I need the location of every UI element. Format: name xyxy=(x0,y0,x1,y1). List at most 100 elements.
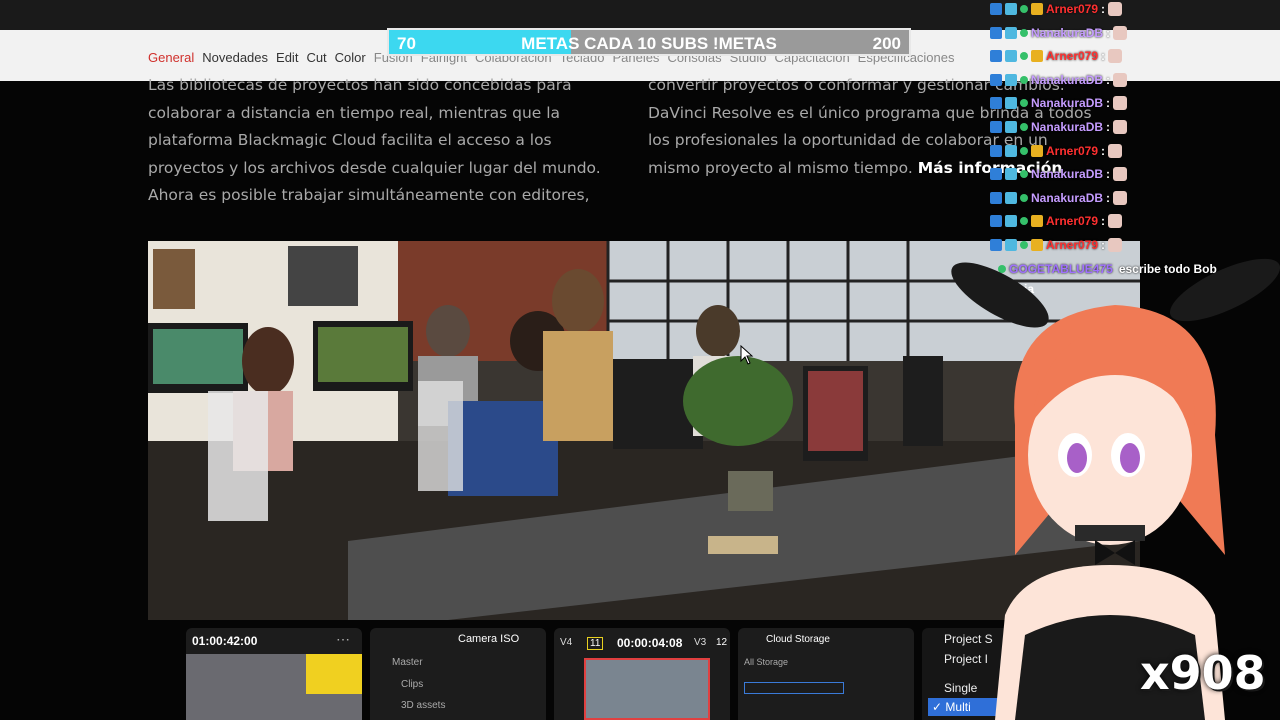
chat-badge-icon xyxy=(1005,121,1017,133)
subscriber-goal-bar: 70 METAS CADA 10 SUBS !METAS 200 xyxy=(387,28,911,56)
bin-3d-assets[interactable]: 3D assets xyxy=(401,700,445,711)
chat-username[interactable]: NanakuraDB xyxy=(1031,96,1103,110)
bin-clips[interactable]: Clips xyxy=(401,679,423,690)
article-line: proyectos y los archivos desde cualquier… xyxy=(148,158,601,177)
checkmark-icon: ✓ xyxy=(932,700,943,714)
overflow-menu-icon[interactable]: ⋯ xyxy=(336,631,350,648)
chat-message: Arner079 : xyxy=(990,48,1123,64)
chat-username[interactable]: Arner079 xyxy=(1046,49,1098,63)
emote-icon xyxy=(1113,167,1128,182)
track-v3-label: V3 xyxy=(694,637,707,648)
resolve-ui-panel-b: Camera ISO Master Clips 3D assets xyxy=(370,628,546,720)
chat-badge-icon xyxy=(1005,239,1017,251)
article-left-column: Las bibliotecas de proyectos han sido co… xyxy=(148,72,628,210)
nav-item-general[interactable]: General xyxy=(148,50,194,65)
bin-master[interactable]: Master xyxy=(392,657,423,668)
chat-username[interactable]: Arner079 xyxy=(1046,2,1098,16)
chat-separator: : xyxy=(1106,96,1111,111)
emote-icon xyxy=(1108,214,1123,229)
chat-message: Arner079 : xyxy=(990,1,1123,17)
chat-badge-icon xyxy=(1005,3,1017,15)
timecode-display: 01:00:42:00 xyxy=(192,634,258,648)
crown-badge-icon xyxy=(1031,50,1043,63)
emote-icon xyxy=(1108,49,1123,64)
mouse-cursor-icon xyxy=(740,345,754,365)
chat-separator: : xyxy=(1106,72,1111,87)
chat-badge-icon xyxy=(990,3,1002,15)
chat-username[interactable]: NanakuraDB xyxy=(1031,167,1103,181)
chat-message: NanakuraDB : xyxy=(990,25,1128,41)
chat-message: NanakuraDB : xyxy=(990,95,1128,111)
sync-badge-icon xyxy=(306,654,362,694)
emote-icon xyxy=(1113,190,1128,205)
emote-icon xyxy=(1113,25,1128,40)
clip-thumbnail[interactable] xyxy=(584,658,710,720)
chat-badge-icon xyxy=(990,26,1002,39)
resolve-ui-panel-c: V4 11 00:00:04:08 V3 12 xyxy=(554,628,730,720)
cloud-storage-filter[interactable]: All Storage xyxy=(744,657,788,667)
nav-item-edit[interactable]: Edit xyxy=(276,50,298,65)
nav-item-cut[interactable]: Cut xyxy=(306,50,326,65)
chat-badge-icon xyxy=(1005,191,1017,204)
chat-username[interactable]: Arner079 xyxy=(1046,238,1098,252)
resolve-ui-panel-a: 01:00:42:00 ⋯ xyxy=(186,628,362,720)
chat-message: Arner079 : xyxy=(990,143,1123,159)
status-dot-icon xyxy=(1020,146,1028,155)
track-11-label: 11 xyxy=(587,637,604,650)
emote-icon xyxy=(1113,120,1128,134)
chat-message: NanakuraDB : xyxy=(990,119,1128,135)
chat-separator: : xyxy=(1106,25,1111,40)
status-dot-icon xyxy=(1020,52,1028,61)
overlay-counter: x908 xyxy=(1140,646,1266,700)
crown-badge-icon xyxy=(1031,239,1043,251)
article-line: Las bibliotecas de proyectos han sido co… xyxy=(148,76,572,94)
chat-username[interactable]: NanakuraDB xyxy=(1031,26,1103,40)
goal-title: METAS CADA 10 SUBS !METAS xyxy=(521,34,777,53)
crown-badge-icon xyxy=(1031,3,1043,15)
article-line: colaborar a distancia en tiempo real, mi… xyxy=(148,103,561,122)
chat-badge-icon xyxy=(990,73,1002,86)
status-dot-icon xyxy=(1020,193,1028,202)
chat-badge-icon xyxy=(1005,168,1017,181)
timecode-display-2: 00:00:04:08 xyxy=(617,636,683,650)
article-line: Ahora es posible trabajar simultáneament… xyxy=(148,186,590,204)
chat-separator: : xyxy=(1106,190,1111,205)
chat-message: NanakuraDB : xyxy=(990,190,1128,206)
chat-badge-icon xyxy=(990,144,1002,157)
emote-icon xyxy=(1108,238,1123,252)
chat-message: Arner079 : xyxy=(990,237,1123,253)
crown-badge-icon xyxy=(1031,215,1043,228)
chat-badge-icon xyxy=(990,97,1002,110)
track-v4-label: V4 xyxy=(560,637,573,648)
goal-max-value: 200 xyxy=(872,34,901,53)
camera-iso-label: Camera ISO xyxy=(458,633,520,645)
emote-icon xyxy=(1113,72,1128,87)
chat-username[interactable]: Arner079 xyxy=(1046,144,1098,158)
status-dot-icon xyxy=(1020,217,1028,226)
chat-separator: : xyxy=(1106,120,1111,134)
crown-badge-icon xyxy=(1031,144,1043,157)
status-dot-icon xyxy=(1020,28,1028,37)
track-12-label: 12 xyxy=(716,637,728,648)
chat-username[interactable]: NanakuraDB xyxy=(1031,120,1103,134)
nav-item-color[interactable]: Color xyxy=(335,50,366,65)
emote-icon xyxy=(1108,2,1123,16)
chat-username[interactable]: NanakuraDB xyxy=(1031,191,1103,205)
status-dot-icon xyxy=(1020,170,1028,179)
chat-username[interactable]: NanakuraDB xyxy=(1031,73,1103,87)
chat-badge-icon xyxy=(990,239,1002,251)
status-dot-icon xyxy=(1020,241,1028,249)
article-line-text: mismo proyecto al mismo tiempo. xyxy=(648,158,913,177)
chat-message: Arner079 : xyxy=(990,213,1123,229)
emote-icon xyxy=(1113,96,1128,111)
nav-item-novedades[interactable]: Novedades xyxy=(202,50,268,65)
resolve-ui-panel-d: Cloud Storage All Storage xyxy=(738,628,914,720)
chat-message: NanakuraDB : xyxy=(990,72,1128,88)
chat-badge-icon xyxy=(990,191,1002,204)
status-dot-icon xyxy=(1020,5,1028,13)
chat-username[interactable]: Arner079 xyxy=(1046,214,1098,228)
chat-separator: : xyxy=(1101,143,1106,158)
cloud-storage-folder-row[interactable] xyxy=(744,682,844,694)
chat-badge-icon xyxy=(990,121,1002,133)
status-dot-icon xyxy=(1020,75,1028,84)
